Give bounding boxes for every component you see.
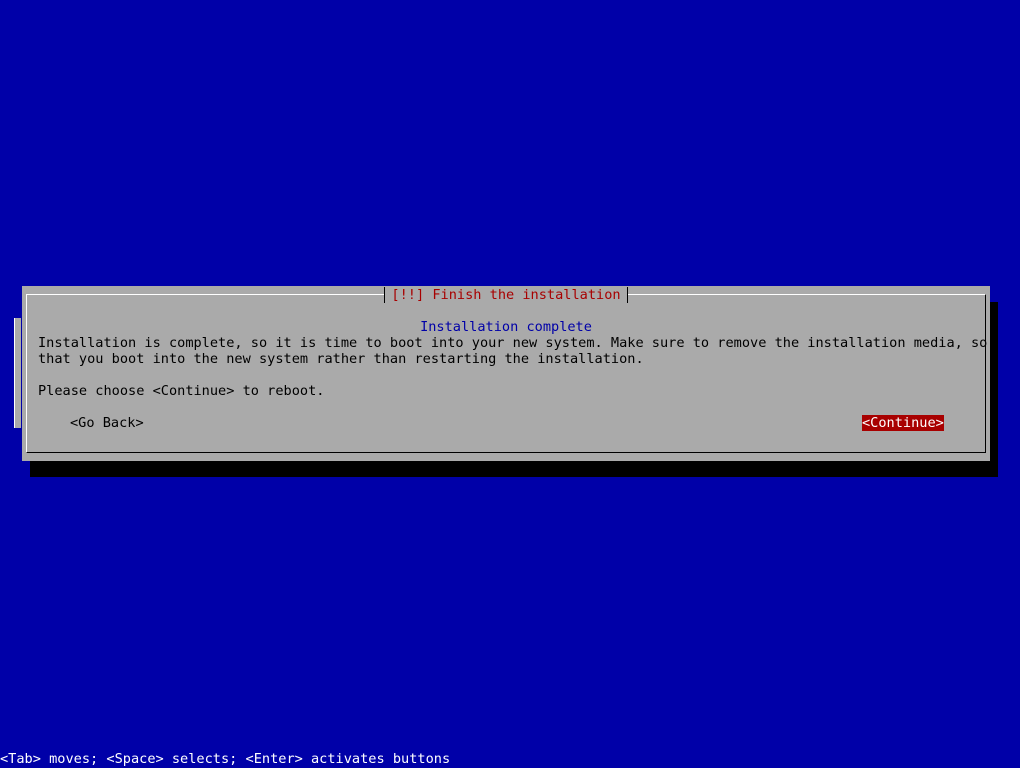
message-line-3: Please choose <Continue> to reboot.	[38, 383, 325, 399]
dialog-title: [!!] Finish the installation	[384, 287, 628, 303]
continue-button[interactable]: <Continue>	[862, 415, 944, 431]
dialog-title-wrap: [!!] Finish the installation	[22, 286, 990, 303]
keyboard-help-bar: <Tab> moves; <Space> selects; <Enter> ac…	[0, 751, 1020, 767]
background-dialog-edge	[14, 318, 21, 428]
go-back-button[interactable]: <Go Back>	[70, 415, 144, 431]
message-line-2: that you boot into the new system rather…	[38, 351, 644, 367]
finish-installation-dialog: [!!] Finish the installation Installatio…	[22, 286, 990, 461]
dialog-frame	[26, 294, 986, 453]
message-line-1: Installation is complete, so it is time …	[38, 335, 988, 351]
dialog-subtitle: Installation complete	[420, 319, 592, 335]
